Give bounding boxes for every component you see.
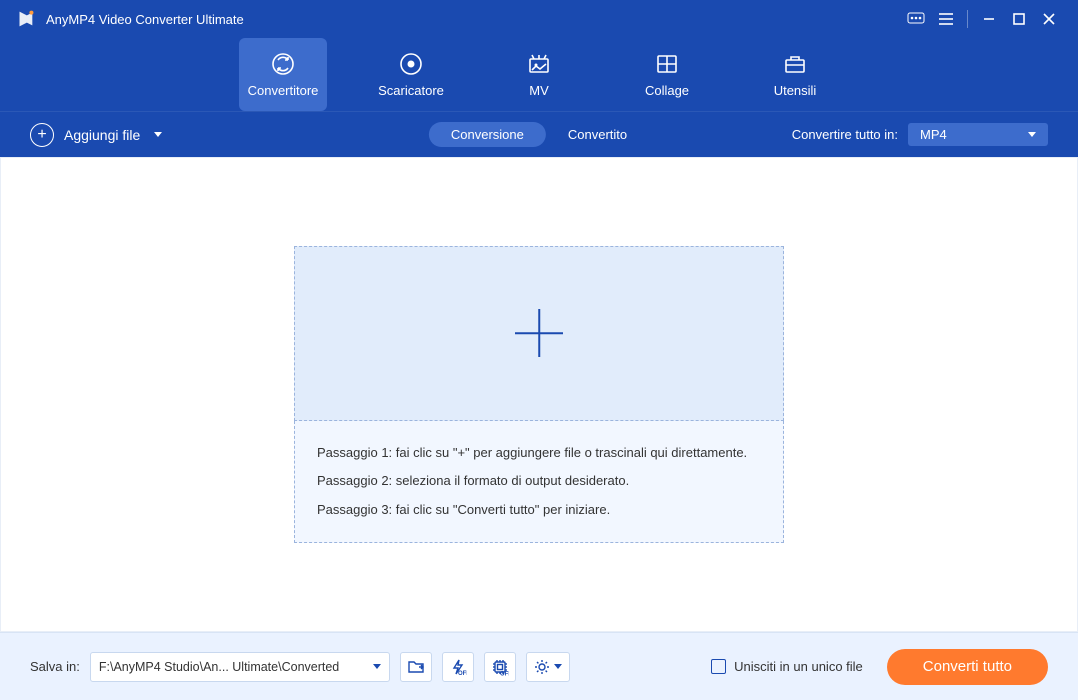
collage-icon: [654, 51, 680, 77]
plus-circle-icon: [30, 123, 54, 147]
plus-icon: [515, 309, 563, 357]
svg-text:OFF: OFF: [500, 671, 509, 676]
divider: [967, 10, 968, 28]
add-file-dropzone[interactable]: [294, 246, 784, 421]
minimize-button[interactable]: [974, 4, 1004, 34]
tab-mv[interactable]: MV: [495, 38, 583, 111]
tab-collage[interactable]: Collage: [623, 38, 711, 111]
toolbox-icon: [782, 51, 808, 77]
format-value: MP4: [920, 127, 947, 142]
add-file-label: Aggiungi file: [64, 127, 140, 143]
tab-label: MV: [529, 83, 549, 98]
convert-icon: [270, 51, 296, 77]
hardware-accel-button[interactable]: OFF: [442, 652, 474, 682]
footer-bar: Salva in: F:\AnyMP4 Studio\An... Ultimat…: [0, 632, 1078, 700]
tab-label: Convertitore: [248, 83, 319, 98]
close-button[interactable]: [1034, 4, 1064, 34]
convert-all-to-label: Convertire tutto in:: [792, 127, 898, 142]
main-content: Passaggio 1: fai clic su "+" per aggiung…: [0, 157, 1078, 632]
settings-button[interactable]: [526, 652, 570, 682]
merge-checkbox[interactable]: Unisciti in un unico file: [711, 659, 863, 674]
tab-converter[interactable]: Convertitore: [239, 38, 327, 111]
tab-label: Scaricatore: [378, 83, 444, 98]
sub-toolbar: Aggiungi file Conversione Convertito Con…: [0, 111, 1078, 157]
save-in-label: Salva in:: [30, 659, 80, 674]
app-logo: [14, 8, 36, 30]
step-1: Passaggio 1: fai clic su "+" per aggiung…: [317, 439, 761, 468]
tab-label: Collage: [645, 83, 689, 98]
main-nav: Convertitore Scaricatore MV Collage Uten…: [0, 38, 1078, 111]
menu-icon[interactable]: [931, 4, 961, 34]
tab-label: Utensili: [774, 83, 817, 98]
step-3: Passaggio 3: fai clic su "Converti tutto…: [317, 496, 761, 525]
app-title: AnyMP4 Video Converter Ultimate: [46, 12, 244, 27]
tab-downloader[interactable]: Scaricatore: [367, 38, 455, 111]
svg-text:OFF: OFF: [458, 671, 467, 676]
segment-conversion[interactable]: Conversione: [429, 122, 546, 147]
format-dropdown[interactable]: MP4: [908, 123, 1048, 146]
titlebar: AnyMP4 Video Converter Ultimate: [0, 0, 1078, 38]
chevron-down-icon: [1028, 132, 1036, 137]
segment-converted[interactable]: Convertito: [546, 122, 649, 147]
checkbox-icon: [711, 659, 726, 674]
open-folder-button[interactable]: [400, 652, 432, 682]
tab-tools[interactable]: Utensili: [751, 38, 839, 111]
gpu-button[interactable]: OFF: [484, 652, 516, 682]
convert-all-button[interactable]: Converti tutto: [887, 649, 1048, 685]
download-icon: [398, 51, 424, 77]
instructions-panel: Passaggio 1: fai clic su "+" per aggiung…: [294, 421, 784, 544]
maximize-button[interactable]: [1004, 4, 1034, 34]
output-path-value: F:\AnyMP4 Studio\An... Ultimate\Converte…: [99, 660, 339, 674]
merge-label: Unisciti in un unico file: [734, 659, 863, 674]
feedback-icon[interactable]: [901, 4, 931, 34]
output-path-dropdown[interactable]: F:\AnyMP4 Studio\An... Ultimate\Converte…: [90, 652, 390, 682]
chevron-down-icon: [154, 132, 162, 137]
chevron-down-icon: [373, 664, 381, 669]
add-file-button[interactable]: Aggiungi file: [30, 123, 162, 147]
step-2: Passaggio 2: seleziona il formato di out…: [317, 467, 761, 496]
chevron-down-icon: [554, 664, 562, 669]
dropzone: Passaggio 1: fai clic su "+" per aggiung…: [294, 246, 784, 544]
mv-icon: [526, 51, 552, 77]
